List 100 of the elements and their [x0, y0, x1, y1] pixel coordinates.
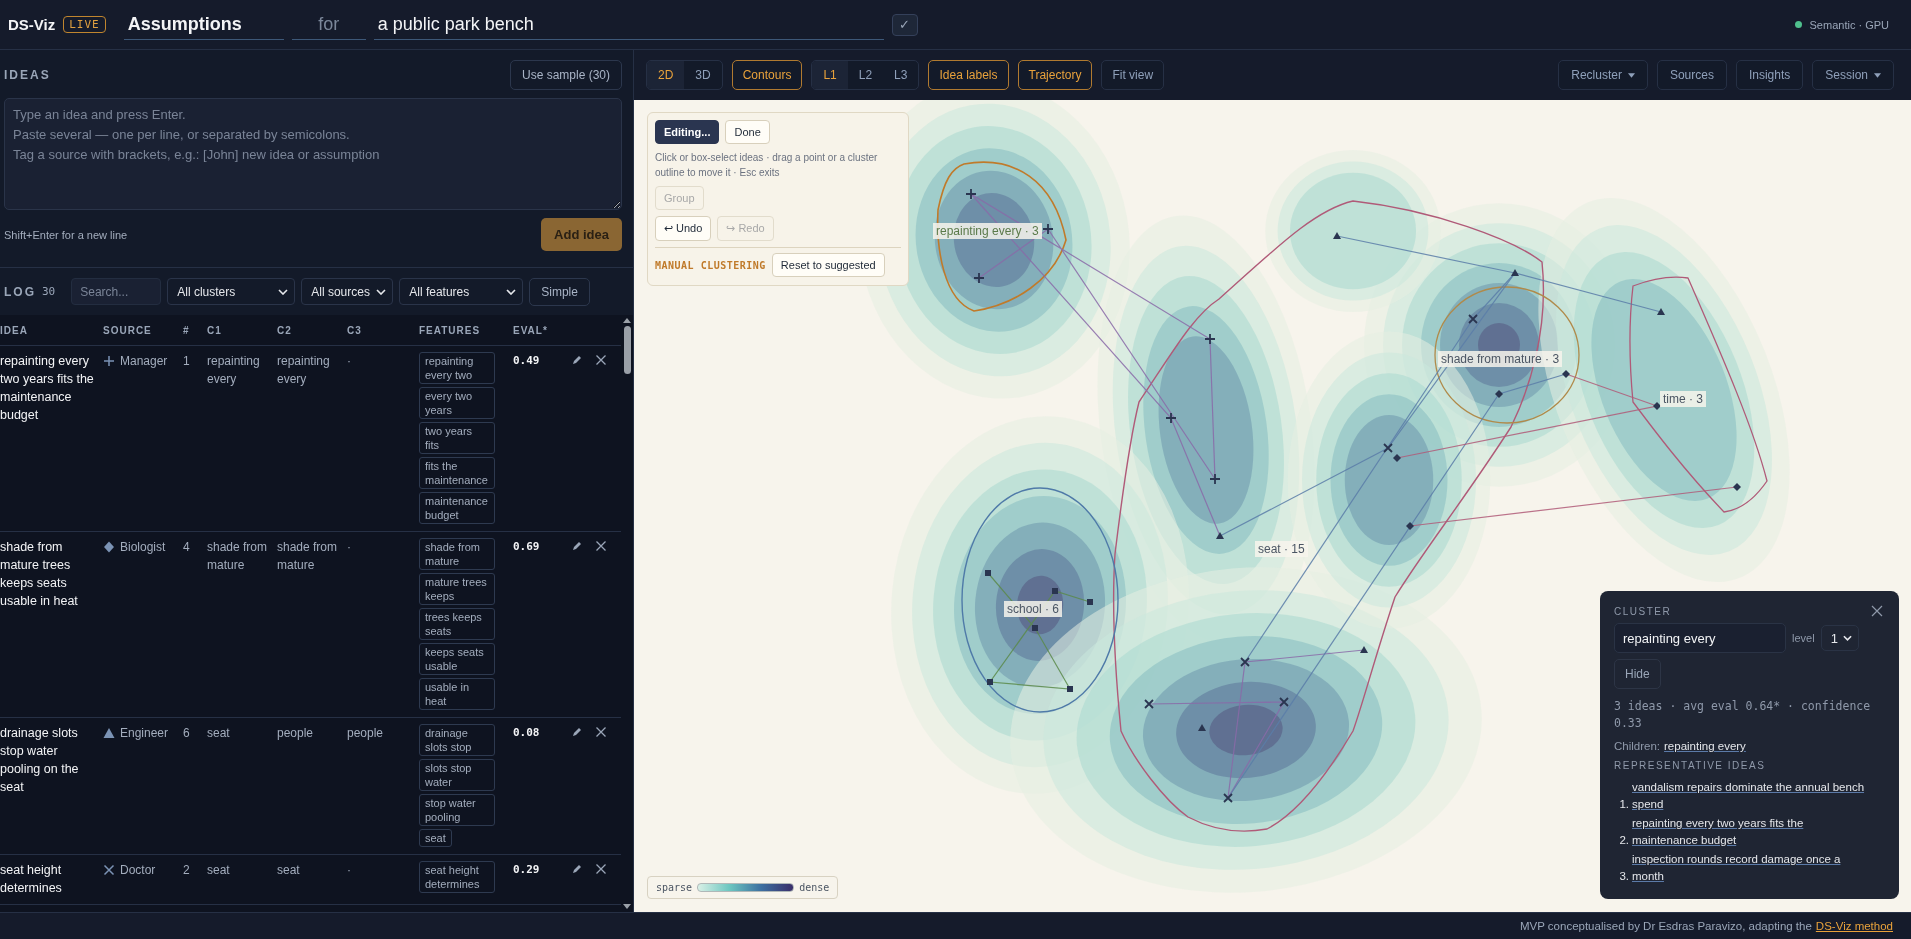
level-select[interactable]: 1 — [1820, 625, 1859, 651]
cross-marker[interactable] — [1144, 699, 1154, 709]
table-cell-text: repainting every — [207, 353, 261, 388]
child-link[interactable]: repainting every — [1664, 740, 1746, 752]
method-link[interactable]: DS-Viz method — [1815, 920, 1893, 932]
plus-marker[interactable] — [1204, 333, 1216, 345]
cluster-label[interactable]: school · 6 — [1004, 601, 1063, 617]
cross-marker[interactable] — [1279, 697, 1289, 707]
toggle-tab[interactable]: L2 — [847, 61, 884, 89]
plus-marker[interactable] — [973, 272, 985, 284]
table-cell-text: seat height determines — [0, 862, 63, 897]
table-cell-text: · — [347, 539, 352, 556]
square-marker[interactable] — [1032, 625, 1038, 631]
diamond-marker[interactable] — [1562, 370, 1570, 378]
feature-tag: keeps seats usable — [419, 643, 495, 675]
toolbar-button[interactable]: Session — [1812, 60, 1894, 90]
table-cell-text: seat — [277, 862, 301, 879]
sample-button[interactable]: Use sample (30) — [509, 60, 622, 90]
close-icon — [595, 726, 607, 738]
table-cell-text: drainage slots stop water pooling on the seat — [0, 725, 80, 796]
feature-tag: two years fits — [419, 422, 495, 454]
filter-dropdown[interactable]: All features — [399, 278, 524, 305]
hide-button[interactable]: Hide — [1614, 659, 1661, 689]
diamond-marker[interactable] — [1653, 402, 1661, 410]
toolbar-button[interactable]: Recluster — [1558, 60, 1648, 90]
square-marker[interactable] — [1087, 599, 1093, 605]
table-cell-text: · — [347, 353, 352, 370]
view-mode-button[interactable]: Simple — [529, 277, 590, 306]
panel-heading: CLUSTER — [1614, 605, 1672, 617]
cluster-label[interactable]: time · 3 — [1660, 391, 1706, 407]
section-heading: IDEAS — [4, 68, 51, 82]
triangle-marker[interactable] — [1511, 269, 1519, 276]
triangle-marker[interactable] — [1657, 308, 1665, 315]
filter-dropdown[interactable]: All clusters — [167, 278, 296, 305]
triangle-marker[interactable] — [1333, 232, 1341, 239]
toggle-button[interactable]: Contours — [731, 60, 803, 90]
table-cell-text: repainting every — [277, 353, 331, 388]
plus-marker[interactable] — [965, 188, 977, 200]
cluster-label[interactable]: repainting every · 3 — [933, 223, 1042, 239]
editing-button[interactable]: Editing... — [655, 120, 720, 144]
triangle-marker[interactable] — [1198, 724, 1206, 731]
toolbar-button[interactable]: Sources — [1656, 60, 1727, 90]
filter-dropdown[interactable]: All sources — [301, 278, 394, 305]
column-header: C2 — [277, 324, 293, 336]
toolbar-button[interactable]: Insights — [1735, 60, 1804, 90]
source-label: Doctor — [120, 862, 156, 879]
close-button[interactable] — [1869, 603, 1885, 619]
connector-field[interactable]: for — [291, 9, 366, 40]
table-cell-text: repainting every two years fits the maintenance budget — [0, 353, 95, 424]
source-label: Engineer — [120, 725, 169, 742]
table-cell-text: people — [347, 725, 385, 742]
chevron-icon — [1842, 635, 1852, 641]
toggle-tab[interactable]: 3D — [684, 61, 722, 89]
cross-marker[interactable] — [1383, 443, 1393, 453]
source-label: Manager — [120, 353, 168, 370]
square-marker[interactable] — [987, 679, 993, 685]
idea-input[interactable]: Type an idea and press Enter. Paste several — one per line, or separated by semicolons. Tag a source with brackets, e.g.: [John] new idea or assumption — [4, 98, 622, 210]
toggle-button[interactable]: Trajectory — [1017, 60, 1093, 90]
idea-link[interactable]: inspection rounds record damage once a month — [1632, 851, 1872, 885]
feature-tag: seat height determines — [419, 861, 495, 893]
column-header: FEATURES — [419, 324, 482, 336]
table-cell-text: shade from mature — [207, 539, 269, 574]
square-marker[interactable] — [1067, 686, 1073, 692]
square-marker[interactable] — [1052, 588, 1058, 594]
cross-marker[interactable] — [1240, 657, 1250, 667]
diamond-marker[interactable] — [1393, 454, 1401, 462]
confirm-button[interactable]: ✓ — [891, 13, 918, 36]
cluster-label[interactable]: shade from mature · 3 — [1438, 351, 1563, 367]
plus-marker[interactable] — [1165, 412, 1177, 424]
list-number: 2. — [1618, 833, 1629, 848]
cluster-label[interactable]: seat · 15 — [1255, 541, 1308, 557]
undo-button[interactable]: ↩ Undo — [655, 216, 712, 241]
done-button[interactable]: Done — [725, 120, 770, 144]
search-field[interactable]: Search... — [71, 278, 162, 305]
title-field[interactable]: Assumptions — [123, 9, 284, 40]
toggle-tab[interactable]: 2D — [647, 61, 685, 89]
square-marker[interactable] — [985, 570, 991, 576]
diamond-marker[interactable] — [1495, 390, 1503, 398]
toggle-tab[interactable]: L1 — [812, 61, 848, 89]
subject-field[interactable]: a public park bench — [373, 9, 884, 40]
plus-marker[interactable] — [1209, 473, 1221, 485]
fit-view-button[interactable]: Fit view — [1101, 60, 1165, 90]
cross-marker[interactable] — [1468, 314, 1478, 324]
table-cell-text: 6 — [183, 725, 191, 742]
pencil-icon — [571, 726, 583, 738]
list-number: 1. — [1618, 797, 1629, 812]
cluster-name-field[interactable]: repainting every — [1614, 623, 1786, 653]
diamond-marker[interactable] — [1733, 483, 1741, 491]
plus-marker[interactable] — [1042, 223, 1054, 235]
triangle-marker[interactable] — [1216, 532, 1224, 539]
cross-marker[interactable] — [1223, 793, 1233, 803]
diamond-marker[interactable] — [1406, 522, 1414, 530]
feature-tag: shade from mature — [419, 538, 495, 570]
table-cell-text: · — [347, 862, 352, 879]
toggle-button[interactable]: Idea labels — [928, 60, 1009, 90]
triangle-marker[interactable] — [1360, 646, 1368, 653]
eval-score: 0.29 — [513, 862, 541, 878]
reset-button[interactable]: Reset to suggested — [771, 253, 885, 277]
table-cell-text: seat — [207, 725, 231, 742]
toggle-tab[interactable]: L3 — [883, 61, 919, 89]
